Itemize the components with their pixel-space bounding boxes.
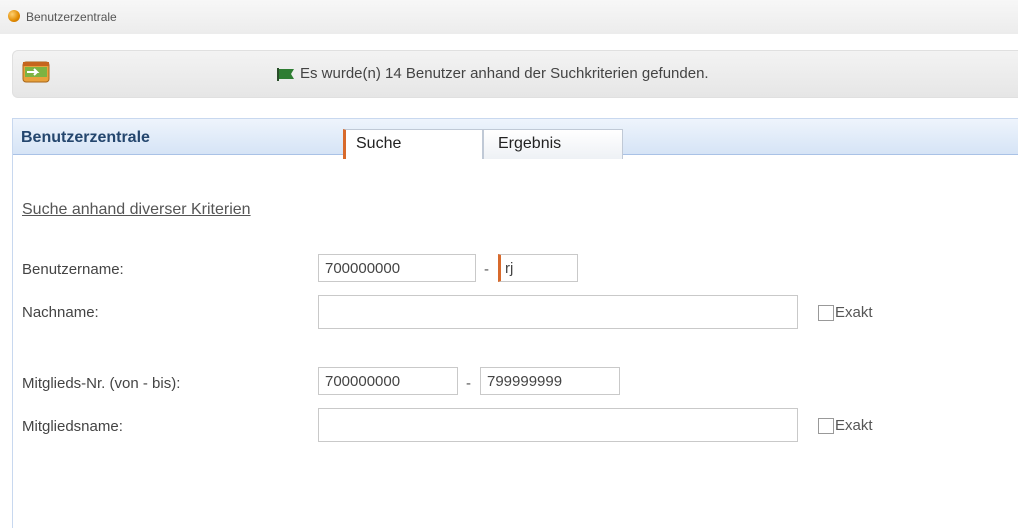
- nachname-input[interactable]: [318, 295, 798, 329]
- tab-ergebnis[interactable]: Ergebnis: [483, 129, 623, 159]
- mitgliedsnr-label: Mitglieds-Nr. (von - bis):: [22, 375, 181, 392]
- panel-title: Benutzerzentrale: [21, 129, 150, 146]
- app-orb-icon: [8, 10, 20, 22]
- benutzername-label: Benutzername:: [22, 261, 124, 278]
- mitgliedsnr-to-input[interactable]: 799999999: [480, 367, 620, 395]
- mitgliedsname-exakt-checkbox[interactable]: [818, 418, 834, 434]
- flag-icon: [277, 68, 294, 81]
- app-logo-icon: [22, 61, 50, 83]
- window-title: Benutzerzentrale: [26, 10, 117, 24]
- benutzername-to-input[interactable]: rj: [498, 254, 578, 282]
- search-result-message: Es wurde(n) 14 Benutzer anhand der Suchk…: [300, 65, 709, 82]
- range-dash: -: [484, 261, 489, 278]
- nachname-exakt-label: Exakt: [835, 304, 873, 321]
- nachname-label: Nachname:: [22, 304, 99, 321]
- benutzername-from-input[interactable]: 700000000: [318, 254, 476, 282]
- mitgliedsname-exakt-label: Exakt: [835, 417, 873, 434]
- nachname-exakt-checkbox[interactable]: [818, 305, 834, 321]
- window-titlebar: Benutzerzentrale: [0, 0, 1018, 34]
- message-bar: Es wurde(n) 14 Benutzer anhand der Suchk…: [12, 50, 1018, 98]
- mitgliedsnr-from-input[interactable]: 700000000: [318, 367, 458, 395]
- range-dash: -: [466, 375, 471, 392]
- search-criteria-link[interactable]: Suche anhand diverser Kriterien: [22, 201, 251, 219]
- mitgliedsname-label: Mitgliedsname:: [22, 418, 123, 435]
- mitgliedsname-input[interactable]: [318, 408, 798, 442]
- tab-suche[interactable]: Suche: [343, 129, 483, 159]
